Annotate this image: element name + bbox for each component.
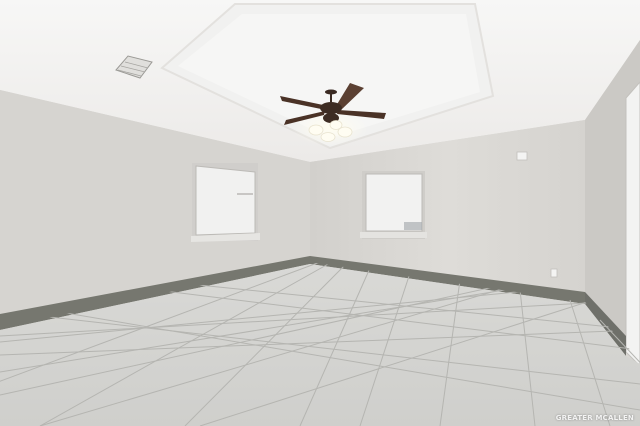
left-window-blinds (195, 165, 256, 236)
room-illustration (0, 0, 640, 426)
thermostat (516, 151, 528, 161)
watermark-logo: GREATER MCALLEN (555, 414, 634, 422)
back-window-sill (360, 232, 427, 238)
wall-outlet (550, 268, 558, 278)
door-frame (625, 81, 640, 367)
room-photo: GREATER MCALLEN (0, 0, 640, 426)
